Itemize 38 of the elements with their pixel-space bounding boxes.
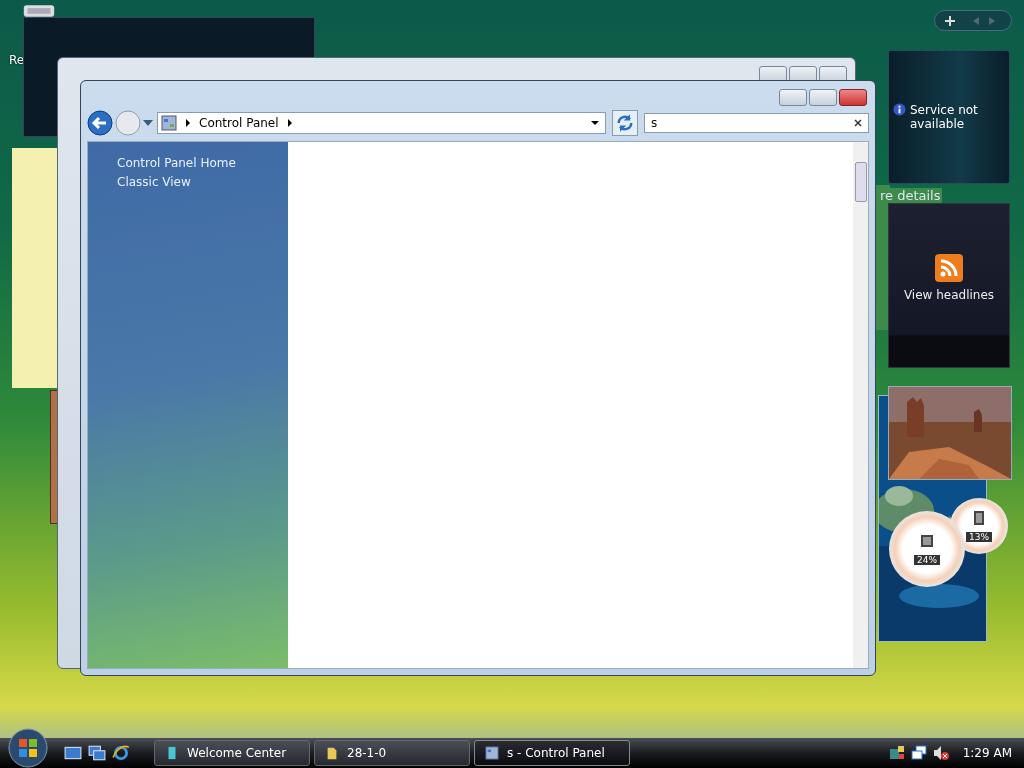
clear-icon[interactable] bbox=[854, 119, 862, 127]
info-icon bbox=[893, 103, 906, 116]
browser-icon[interactable] bbox=[112, 744, 130, 762]
desktop-icon-label[interactable]: Re bbox=[9, 53, 25, 67]
chevron-icon bbox=[287, 119, 292, 127]
address-bar[interactable]: Control Panel bbox=[157, 112, 606, 134]
back-button[interactable] bbox=[87, 110, 113, 136]
details-link[interactable]: re details bbox=[879, 188, 942, 203]
chevron-icon bbox=[186, 119, 190, 127]
refresh-icon[interactable] bbox=[612, 110, 638, 136]
scrollbar[interactable] bbox=[853, 142, 868, 668]
search-field[interactable]: s bbox=[644, 113, 869, 133]
network-center-icon[interactable] bbox=[888, 745, 905, 761]
folder-icon bbox=[325, 745, 339, 761]
clock[interactable]: 1:29 AM bbox=[962, 746, 1012, 760]
chip-icon bbox=[919, 533, 935, 549]
feed-link[interactable]: View headlines bbox=[903, 288, 995, 302]
mute-icon[interactable] bbox=[932, 745, 949, 761]
chip-icon bbox=[971, 510, 987, 526]
taskbar-button[interactable]: 28-1-0 bbox=[314, 740, 470, 766]
windows-icon[interactable] bbox=[88, 744, 106, 762]
taskbar-button[interactable]: Welcome Center bbox=[154, 740, 310, 766]
add-icon[interactable] bbox=[945, 15, 955, 26]
caret-icon[interactable] bbox=[591, 121, 599, 125]
breadcrumb[interactable]: Control Panel bbox=[199, 116, 279, 130]
network-icon[interactable] bbox=[910, 745, 927, 761]
cpu-reading: 24% bbox=[914, 555, 940, 565]
control-panel-icon bbox=[485, 745, 499, 761]
status-message: Service not available bbox=[910, 103, 979, 131]
desktop-icon[interactable] bbox=[64, 744, 82, 762]
close-button[interactable] bbox=[839, 89, 867, 106]
memory-reading: 13% bbox=[966, 532, 992, 542]
start-button[interactable] bbox=[8, 728, 48, 768]
rss-icon[interactable] bbox=[935, 254, 963, 282]
taskbar-button[interactable]: s - Control Panel bbox=[474, 740, 630, 766]
sidebar-link[interactable]: Control Panel Home bbox=[117, 156, 236, 170]
sidebar-link[interactable]: Classic View bbox=[117, 175, 191, 189]
control-panel-icon bbox=[161, 115, 177, 131]
